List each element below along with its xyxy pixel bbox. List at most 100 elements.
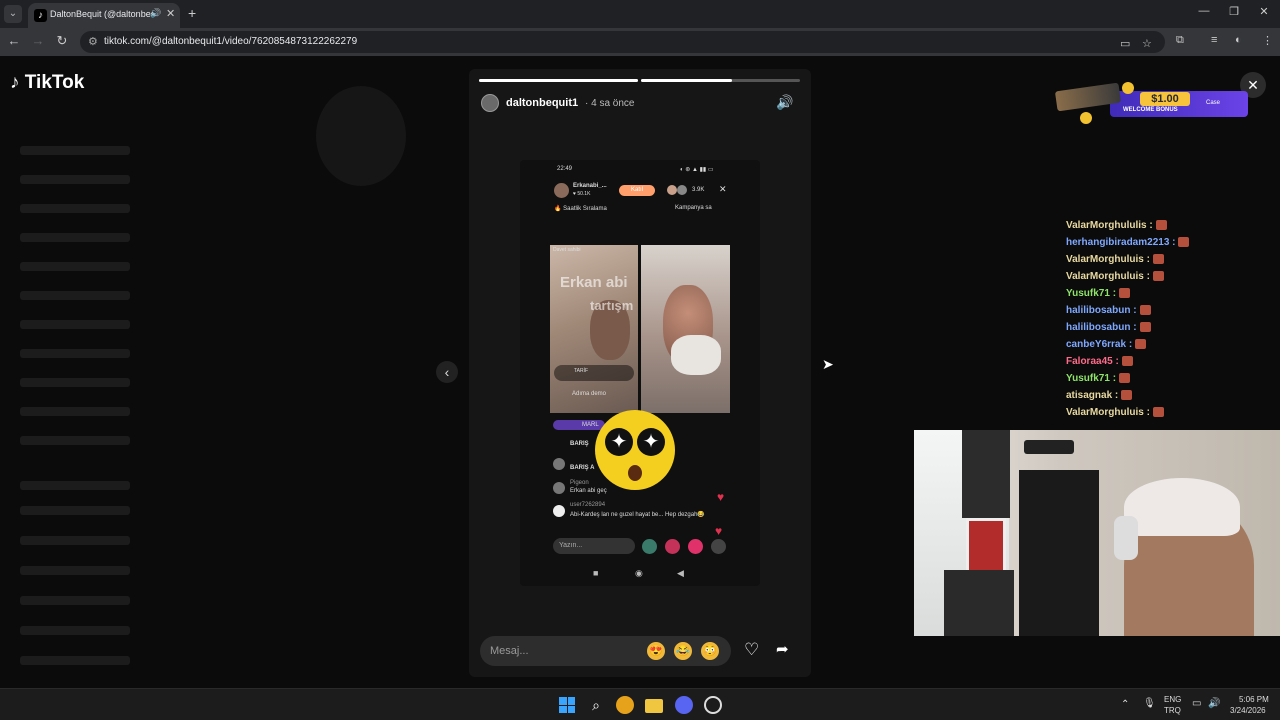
chat-emote-icon <box>1139 305 1151 316</box>
steam-icon[interactable] <box>704 696 722 714</box>
viewer-avatar <box>677 185 687 195</box>
discord-icon[interactable] <box>675 696 693 714</box>
present-icon <box>688 539 703 554</box>
bookmark-star-icon[interactable]: ☆ <box>1142 37 1152 50</box>
emoji-mouth <box>628 465 642 481</box>
heart-eyes-emoji-button[interactable]: 😍 <box>647 642 665 660</box>
search-icon[interactable]: ⌕ <box>586 695 606 715</box>
story-progress-fill <box>641 79 732 82</box>
chat-avatar <box>553 505 565 517</box>
sidebar-item-dimmed <box>20 596 130 605</box>
message-placeholder: Mesaj... <box>490 645 529 657</box>
rose-icon <box>665 539 680 554</box>
laughing-emoji-button[interactable]: 😂 <box>674 642 692 660</box>
back-icon[interactable]: ← <box>4 33 24 48</box>
new-tab-button[interactable]: + <box>188 5 196 21</box>
tiktok-logo[interactable]: ♪ TikTok <box>10 72 84 94</box>
display-icon[interactable]: ▭ <box>1192 698 1201 709</box>
story-username[interactable]: daltonbequit1 <box>506 97 578 109</box>
reload-icon[interactable]: ↻ <box>52 33 72 49</box>
logo-text: TikTok <box>24 72 85 93</box>
language-top[interactable]: ENG <box>1164 695 1181 704</box>
promo-amount: $1.00 <box>1140 92 1190 106</box>
sidebar-item-dimmed <box>20 320 130 329</box>
chat-emote-icon <box>1152 271 1164 282</box>
chat-emote-icon <box>1152 254 1164 265</box>
guest-video-left: Davet sahibi TARİF Adıma demo <box>550 245 638 413</box>
join-button: Katıl <box>619 185 655 196</box>
chat-avatar <box>553 458 565 470</box>
windows-start-icon[interactable] <box>557 695 577 715</box>
streamer-webcam <box>914 430 1280 636</box>
chevron-left-icon[interactable]: ‹ <box>436 361 458 383</box>
address-bar[interactable]: ⚙ tiktok.com/@daltonbequit1/video/762085… <box>80 31 1165 53</box>
profile-avatar-icon[interactable]: ◐ <box>1235 34 1242 46</box>
story-progress-fill <box>479 79 638 82</box>
volume-icon[interactable]: 🔊 <box>776 94 793 111</box>
heart-icon: ♥ <box>717 490 725 504</box>
phone-chat-name: MARL <box>582 422 599 428</box>
host-video-right <box>641 245 730 413</box>
host-beard <box>671 335 721 375</box>
cast-icon[interactable]: ▭ <box>1120 37 1130 50</box>
extensions-icon[interactable]: ⧉ <box>1176 34 1184 47</box>
restore-icon[interactable]: ❐ <box>1222 5 1246 18</box>
sidebar-item-dimmed <box>20 536 130 545</box>
close-tab-icon[interactable]: ✕ <box>166 7 175 20</box>
story-avatar[interactable] <box>481 94 499 112</box>
webcam-poster <box>1019 470 1099 636</box>
tiktok-favicon-icon: ♪ <box>34 9 47 22</box>
url-text[interactable]: tiktok.com/@daltonbequit1/video/76208548… <box>104 36 357 47</box>
tarif-label: TARİF <box>574 368 589 374</box>
chat-emote-icon <box>1135 339 1147 350</box>
host-name: Erkanabi_... <box>573 183 607 189</box>
coin-icon <box>1122 82 1134 94</box>
clock-date[interactable]: 3/24/2026 <box>1230 706 1266 715</box>
coin-icon <box>1080 112 1092 124</box>
message-input[interactable]: Mesaj... 😍 😂 😳 <box>480 636 731 666</box>
tab-title: DaltonBequit (@daltonbeq <box>50 9 154 19</box>
minimize-icon[interactable]: — <box>1192 5 1216 17</box>
close-window-icon[interactable]: ✕ <box>1252 5 1276 18</box>
file-explorer-icon[interactable] <box>645 699 663 713</box>
tab-search-button[interactable]: ⌄ <box>4 5 22 23</box>
flushed-emoji-button[interactable]: 😳 <box>701 642 719 660</box>
browser-tab[interactable]: ♪ DaltonBequit (@daltonbeq 🔊 ✕ <box>28 3 180 28</box>
sidebar-item-dimmed <box>20 262 130 271</box>
sidebar-item-dimmed <box>20 378 130 387</box>
forward-icon[interactable]: → <box>28 33 48 48</box>
stream-chat-username: canbeY6rrak : <box>1066 339 1133 350</box>
sidebar-item-dimmed <box>20 506 130 515</box>
sidebar-item-dimmed <box>20 656 130 665</box>
chevron-up-icon[interactable]: ⌃ <box>1121 699 1129 710</box>
menu-kebab-icon[interactable]: ⋮ <box>1262 34 1273 47</box>
campaign-label: Kampanya sa <box>675 205 712 211</box>
phone-chat-name: Pigeon <box>570 480 589 486</box>
promo-banner: $1.00 WELCOME BONUS Case <box>1054 74 1248 126</box>
tarif-badge <box>554 365 634 381</box>
left-tag: Davet sahibi <box>553 247 581 253</box>
story-progress-bar <box>479 79 638 82</box>
site-info-icon[interactable]: ⚙ <box>88 35 98 48</box>
speaker-icon[interactable]: 🔊 <box>1208 698 1220 709</box>
clock-time[interactable]: 5:06 PM <box>1239 695 1269 704</box>
heart-icon: ♥ <box>715 524 723 538</box>
stream-chat-line: canbeY6rrak : <box>1066 339 1147 350</box>
sidebar-item-dimmed <box>20 175 130 184</box>
chrome-icon[interactable] <box>616 696 634 714</box>
language-bottom[interactable]: TRQ <box>1164 706 1181 715</box>
stream-chat-username: Faloraa45 : <box>1066 356 1119 367</box>
share-icon[interactable]: ➦ <box>776 640 789 658</box>
host-followers: ♥ 50.1K <box>573 191 591 197</box>
speaker-icon[interactable]: 🔊 <box>150 8 161 19</box>
android-recents-icon: ■ <box>593 568 599 578</box>
media-controls-icon[interactable]: ≡ <box>1211 34 1217 46</box>
phone-close-icon: ✕ <box>719 184 727 194</box>
story-media[interactable]: 22:49 ◐ ⊛ ▲ ▮▮ ▭ Erkanabi_... ♥ 50.1K Ka… <box>520 160 760 586</box>
overlay-caption-2: tartışm <box>590 298 634 313</box>
heart-outline-icon[interactable]: ♡ <box>744 640 759 660</box>
microphone-icon[interactable]: 🎙 <box>1143 698 1156 709</box>
chat-emote-icon <box>1139 322 1151 333</box>
sidebar-item-dimmed <box>20 436 130 445</box>
sidebar-item-dimmed <box>20 407 130 416</box>
